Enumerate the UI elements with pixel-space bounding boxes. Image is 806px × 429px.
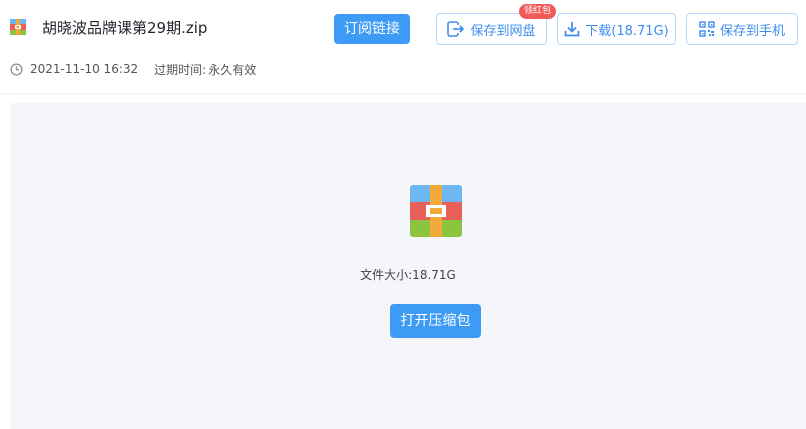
expire-label: 过期时间: (154, 62, 207, 77)
file-meta: 2021-11-10 16:32 过期时间: 永久有效 (10, 61, 256, 77)
subscribe-button[interactable]: 订阅链接 (334, 14, 410, 44)
file-header: 胡晓波品牌课第29期.zip 订阅链接 保存到网盘 领红包 下载(18.71G) (0, 0, 806, 94)
file-preview-panel: 文件大小:18.71G 打开压缩包 (10, 103, 806, 429)
clock-icon (10, 62, 23, 76)
red-packet-badge: 领红包 (519, 4, 557, 19)
save-to-phone-button[interactable]: 保存到手机 (686, 13, 798, 45)
file-title: 胡晓波品牌课第29期.zip (42, 19, 208, 37)
save-to-phone-label: 保存到手机 (719, 23, 785, 39)
file-size-text: 文件大小:18.71G (360, 268, 456, 282)
save-to-cloud-label: 保存到网盘 (470, 23, 536, 39)
download-label: 下载(18.71G) (585, 23, 669, 39)
download-button[interactable]: 下载(18.71G) (557, 13, 676, 45)
qr-code-icon (699, 21, 715, 37)
expire-value: 永久有效 (208, 62, 257, 77)
save-to-cloud-icon (447, 21, 465, 37)
download-icon (564, 22, 580, 37)
zip-archive-icon (10, 19, 26, 35)
open-archive-button[interactable]: 打开压缩包 (390, 304, 481, 338)
upload-date: 2021-11-10 16:32 (30, 62, 139, 76)
zip-archive-large-icon (410, 185, 462, 237)
